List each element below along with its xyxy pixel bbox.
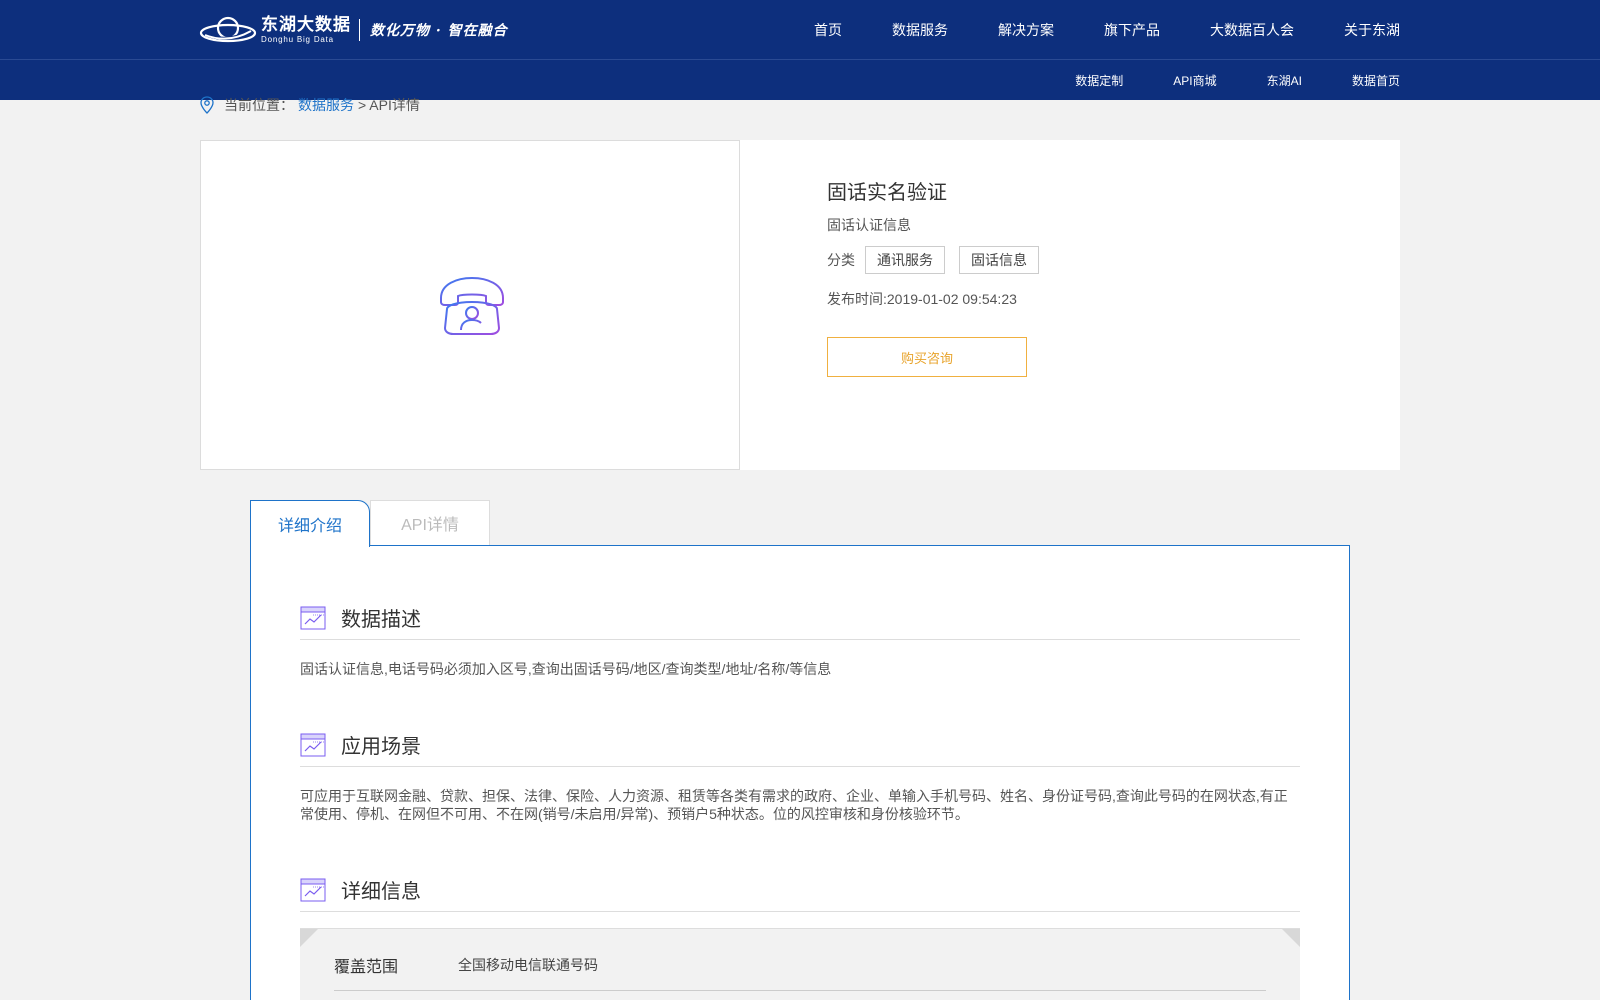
product-image-box xyxy=(200,140,740,470)
category-row: 分类 通讯服务 固话信息 xyxy=(827,246,1043,274)
section-body: 固话认证信息,电话号码必须加入区号,查询出固话号码/地区/查询类型/地址/名称/… xyxy=(300,661,832,677)
subnav-item-data-home[interactable]: 数据首页 xyxy=(1352,72,1400,89)
row-value-coverage: 全国移动电信联通号码 xyxy=(458,957,598,973)
section-application-scenarios: 应用场景 可应用于互联网金融、贷款、担保、法律、保险、人力资源、租赁等各类有需求… xyxy=(300,723,1300,823)
logo-slogan: 数化万物 · 智在融合 xyxy=(370,23,508,39)
detail-tabs: 详细介绍 API详情 xyxy=(250,500,490,547)
breadcrumb: 当前位置： 数据服务 > API详情 xyxy=(199,95,420,115)
category-label: 分类 xyxy=(827,252,855,268)
nav-item-about[interactable]: 关于东湖 xyxy=(1344,20,1400,40)
nav-item-products[interactable]: 旗下产品 xyxy=(1104,20,1160,40)
main-navigation: 首页 数据服务 解决方案 旗下产品 大数据百人会 关于东湖 xyxy=(764,0,1400,60)
section-header: 详细信息 xyxy=(300,868,1300,912)
category-tag-landline[interactable]: 固话信息 xyxy=(959,246,1039,274)
nav-item-solutions[interactable]: 解决方案 xyxy=(998,20,1054,40)
buy-consult-button[interactable]: 购买咨询 xyxy=(827,337,1027,377)
chart-window-icon xyxy=(300,733,326,756)
sub-navigation: 数据定制 API商城 东湖AI 数据首页 xyxy=(1025,60,1400,100)
nav-item-home[interactable]: 首页 xyxy=(814,20,842,40)
table-corner-left xyxy=(300,929,318,947)
chart-window-icon xyxy=(300,606,326,629)
subnav-item-api-mall[interactable]: API商城 xyxy=(1173,72,1216,89)
top-header: 东湖大数据 Donghu Big Data 数化万物 · 智在融合 首页 数据服… xyxy=(0,0,1600,60)
nav-item-data-services[interactable]: 数据服务 xyxy=(892,20,948,40)
sub-navigation-bar: 数据定制 API商城 东湖AI 数据首页 xyxy=(0,60,1600,100)
tab-api-details[interactable]: API详情 xyxy=(370,500,490,546)
section-title: 详细信息 xyxy=(341,881,421,903)
section-data-description: 数据描述 固话认证信息,电话号码必须加入区号,查询出固话号码/地区/查询类型/地… xyxy=(300,596,1300,678)
table-row: 覆盖范围 全国移动电信联通号码 xyxy=(334,953,1266,991)
breadcrumb-current: > API详情 xyxy=(358,97,420,113)
site-logo[interactable]: 东湖大数据 Donghu Big Data 数化万物 · 智在融合 xyxy=(199,12,508,48)
subnav-item-data-custom[interactable]: 数据定制 xyxy=(1075,72,1123,89)
product-title: 固话实名验证 xyxy=(827,182,947,204)
logo-english-text: Donghu Big Data xyxy=(261,35,334,44)
table-corner-right xyxy=(1282,929,1300,947)
chart-window-icon xyxy=(300,878,326,901)
section-detailed-info: 详细信息 xyxy=(300,868,1300,912)
logo-chinese-text: 东湖大数据 xyxy=(261,15,351,34)
product-subtitle: 固话认证信息 xyxy=(827,217,911,233)
section-body: 可应用于互联网金融、贷款、担保、法律、保险、人力资源、租赁等各类有需求的政府、企… xyxy=(300,788,1288,822)
subnav-item-donghu-ai[interactable]: 东湖AI xyxy=(1267,72,1302,89)
section-title: 数据描述 xyxy=(341,609,421,631)
nav-item-bigdata-club[interactable]: 大数据百人会 xyxy=(1210,20,1294,40)
location-pin-icon xyxy=(200,96,214,114)
section-header: 数据描述 xyxy=(300,596,1300,640)
row-key-coverage: 覆盖范围 xyxy=(334,959,399,976)
detail-panel: 数据描述 固话认证信息,电话号码必须加入区号,查询出固话号码/地区/查询类型/地… xyxy=(250,545,1350,1000)
breadcrumb-prefix: 当前位置： xyxy=(224,97,294,113)
publish-time: 发布时间:2019-01-02 09:54:23 xyxy=(827,291,1017,307)
category-tag-telecom[interactable]: 通讯服务 xyxy=(865,246,945,274)
detail-info-table: 覆盖范围 全国移动电信联通号码 xyxy=(300,928,1300,1000)
telephone-user-icon xyxy=(440,276,504,335)
breadcrumb-link-data-services[interactable]: 数据服务 xyxy=(298,95,354,115)
logo-divider xyxy=(359,19,360,41)
product-card: 固话实名验证 固话认证信息 分类 通讯服务 固话信息 发布时间:2019-01-… xyxy=(200,140,1400,470)
section-header: 应用场景 xyxy=(300,723,1300,767)
section-title: 应用场景 xyxy=(341,736,421,758)
tab-detail-intro[interactable]: 详细介绍 xyxy=(250,500,370,547)
logo-planet-icon xyxy=(199,16,257,43)
